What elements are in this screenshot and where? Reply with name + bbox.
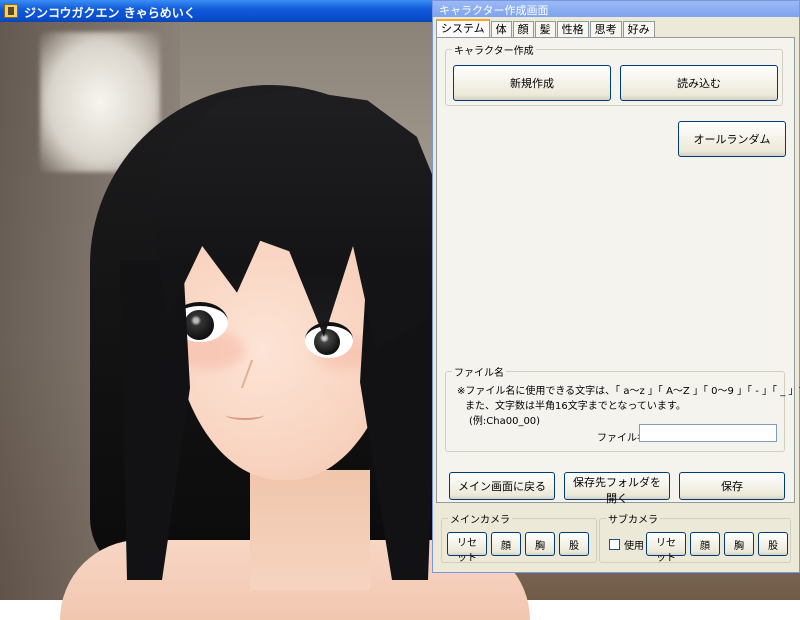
sub-camera-legs-button[interactable]: 股 — [758, 532, 788, 556]
main-camera-reset-button[interactable]: リセット — [447, 532, 487, 564]
character-mouth — [226, 410, 264, 420]
filename-note-line1: ※ファイル名に使用できる文字は、「 a〜z 」「 A〜Z 」「 0〜9 」「 -… — [457, 386, 800, 397]
tab-strip: システム 体 顔 髪 性格 思考 好み — [436, 19, 656, 39]
new-character-button[interactable]: 新規作成 — [453, 65, 611, 101]
main-camera-chest-button[interactable]: 胸 — [525, 532, 555, 556]
filename-legend: ファイル名 — [454, 368, 504, 379]
dialog-titlebar[interactable]: キャラクター作成画面 — [433, 1, 799, 17]
load-character-button[interactable]: 読み込む — [620, 65, 778, 101]
filename-note-line2: また、文字数は半角16文字までとなっています。 — [465, 401, 686, 412]
main-camera-legs-button[interactable]: 股 — [559, 532, 589, 556]
main-camera-legend: メインカメラ — [450, 515, 510, 526]
main-camera-face-button[interactable]: 顔 — [491, 532, 521, 556]
dialog-title: キャラクター作成画面 — [439, 4, 549, 17]
filename-input[interactable] — [639, 424, 777, 442]
character-creation-dialog: キャラクター作成画面 システム 体 顔 髪 性格 思考 好み キャラクター作成 … — [432, 0, 800, 573]
back-to-main-button[interactable]: メイン画面に戻る — [449, 472, 555, 500]
open-save-folder-button[interactable]: 保存先フォルダを開く — [564, 472, 670, 505]
character-eye-right — [305, 322, 353, 358]
sub-camera-reset-button[interactable]: リセット — [646, 532, 686, 564]
all-random-button[interactable]: オールランダム — [678, 121, 786, 157]
character-create-legend: キャラクター作成 — [454, 46, 534, 57]
tab-thinking[interactable]: 思考 — [589, 21, 622, 38]
tab-body[interactable]: 体 — [490, 21, 512, 38]
sub-camera-face-button[interactable]: 顔 — [690, 532, 720, 556]
tab-system[interactable]: システム — [436, 19, 490, 39]
sub-camera-use-checkbox[interactable] — [609, 539, 620, 550]
sub-camera-chest-button[interactable]: 胸 — [724, 532, 754, 556]
system-tab-panel: キャラクター作成 新規作成 読み込む オールランダム ファイル名 ※ファイル名に… — [436, 37, 800, 505]
app-icon — [4, 4, 18, 18]
tab-hair[interactable]: 髪 — [534, 21, 556, 38]
filename-example: (例:Cha00_00) — [469, 416, 541, 427]
tab-preferences[interactable]: 好み — [622, 21, 655, 38]
character-neck — [250, 470, 370, 590]
save-button[interactable]: 保存 — [679, 472, 785, 500]
tab-face[interactable]: 顔 — [512, 21, 534, 38]
window-title: ジンコウガクエン きゃらめいく — [24, 6, 196, 20]
sub-camera-use-label: 使用 — [624, 541, 644, 552]
sub-camera-legend: サブカメラ — [608, 515, 658, 526]
tab-personality[interactable]: 性格 — [556, 21, 589, 38]
